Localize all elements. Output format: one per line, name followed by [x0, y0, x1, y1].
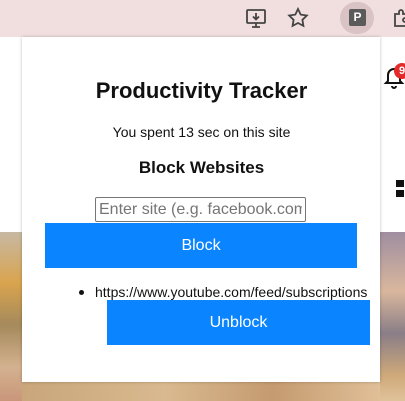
unblock-button[interactable]: Unblock: [107, 300, 370, 345]
bullet-icon: [79, 290, 84, 295]
blocked-sites-list: https://www.youtube.com/feed/subscriptio…: [77, 284, 405, 300]
block-button[interactable]: Block: [45, 223, 357, 268]
puzzle-icon[interactable]: [390, 6, 405, 30]
blocked-site-url: https://www.youtube.com/feed/subscriptio…: [95, 284, 368, 300]
popup-title: Productivity Tracker: [95, 78, 308, 103]
block-websites-heading: Block Websites: [138, 158, 265, 177]
extension-p-icon: P: [349, 9, 366, 26]
list-item: https://www.youtube.com/feed/subscriptio…: [77, 284, 405, 300]
background-image-left: [0, 232, 22, 401]
notification-badge: 9: [394, 63, 405, 79]
background-image-right: [380, 232, 405, 401]
site-input[interactable]: [95, 197, 306, 222]
bookmark-star-icon[interactable]: [286, 6, 310, 30]
browser-toolbar: P: [0, 0, 405, 37]
menu-icon[interactable]: [396, 180, 405, 198]
extension-button[interactable]: P: [340, 2, 374, 34]
time-spent-text: You spent 13 sec on this site: [112, 124, 291, 140]
background-image-bottom: [22, 382, 380, 401]
install-app-icon[interactable]: [244, 6, 268, 30]
